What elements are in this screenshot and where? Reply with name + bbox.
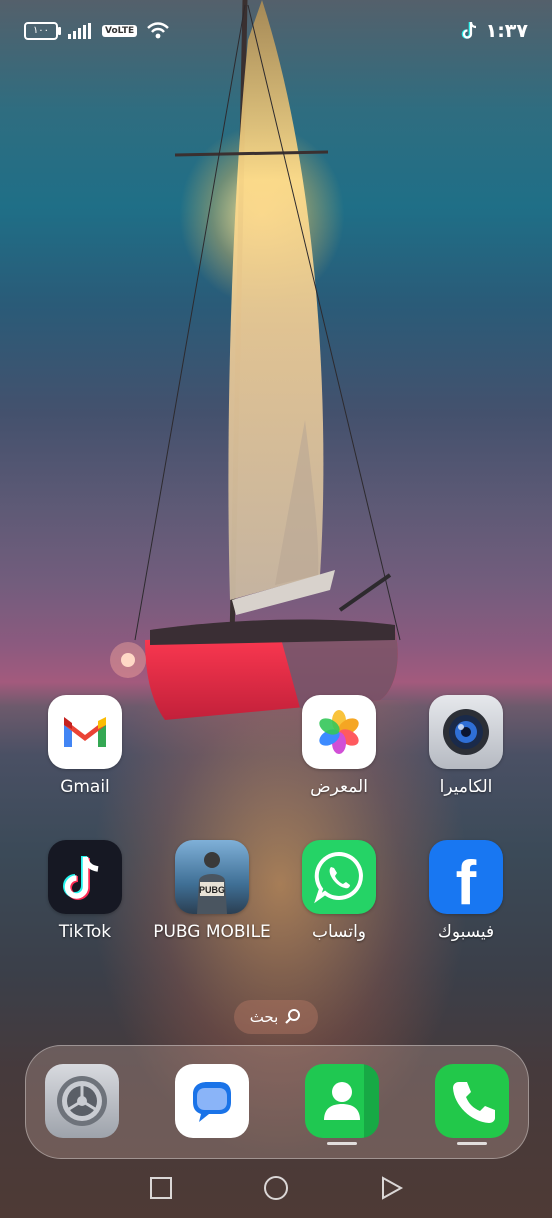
contacts-icon[interactable] bbox=[305, 1064, 379, 1138]
wifi-icon bbox=[147, 22, 170, 39]
tiktok-notification-icon bbox=[461, 21, 476, 39]
app-label: الكاميرا bbox=[439, 777, 493, 797]
app-camera[interactable]: الكاميرا bbox=[406, 695, 526, 797]
app-label: المعرض bbox=[310, 777, 368, 797]
app-facebook[interactable]: f فيسبوك bbox=[406, 840, 526, 942]
phone-icon[interactable] bbox=[435, 1064, 509, 1138]
recents-button[interactable] bbox=[150, 1177, 172, 1199]
battery-icon: ١٠٠ bbox=[24, 22, 61, 40]
search-button[interactable]: بحث bbox=[234, 1000, 318, 1034]
search-icon bbox=[285, 1009, 301, 1024]
clock: ١:٣٧ bbox=[485, 20, 528, 42]
app-pubg-mobile[interactable]: PUBG PUBG MOBILE bbox=[152, 840, 272, 942]
app-whatsapp[interactable]: واتساب bbox=[279, 840, 399, 942]
signal-icon bbox=[68, 23, 91, 39]
gallery-icon bbox=[302, 695, 376, 769]
facebook-icon: f bbox=[429, 840, 503, 914]
app-label: PUBG MOBILE bbox=[153, 922, 271, 942]
volte-icon: VoLTE bbox=[102, 25, 138, 37]
app-tiktok[interactable]: TikTok bbox=[25, 840, 145, 942]
app-label: واتساب bbox=[311, 922, 366, 942]
app-label: Gmail bbox=[60, 777, 110, 797]
home-button[interactable] bbox=[264, 1176, 288, 1200]
svg-text:PUBG: PUBG bbox=[199, 885, 225, 895]
tiktok-icon bbox=[48, 840, 122, 914]
back-button[interactable] bbox=[382, 1176, 404, 1200]
app-gmail[interactable]: Gmail bbox=[25, 695, 145, 797]
settings-icon[interactable] bbox=[45, 1064, 119, 1138]
search-label: بحث bbox=[249, 1008, 279, 1026]
camera-icon bbox=[429, 695, 503, 769]
app-label: فيسبوك bbox=[437, 922, 495, 942]
status-bar: ١٠٠ VoLTE ١:٣٧ bbox=[0, 18, 552, 48]
running-indicator bbox=[327, 1142, 357, 1145]
navigation-bar bbox=[150, 1176, 404, 1200]
gmail-icon bbox=[48, 695, 122, 769]
running-indicator bbox=[457, 1142, 487, 1145]
pubg-icon: PUBG bbox=[175, 840, 249, 914]
messages-icon[interactable] bbox=[175, 1064, 249, 1138]
dock bbox=[25, 1045, 529, 1159]
app-label: TikTok bbox=[58, 922, 112, 942]
sailboat-wallpaper-image bbox=[110, 0, 401, 720]
app-gallery[interactable]: المعرض bbox=[279, 695, 399, 797]
whatsapp-icon bbox=[302, 840, 376, 914]
